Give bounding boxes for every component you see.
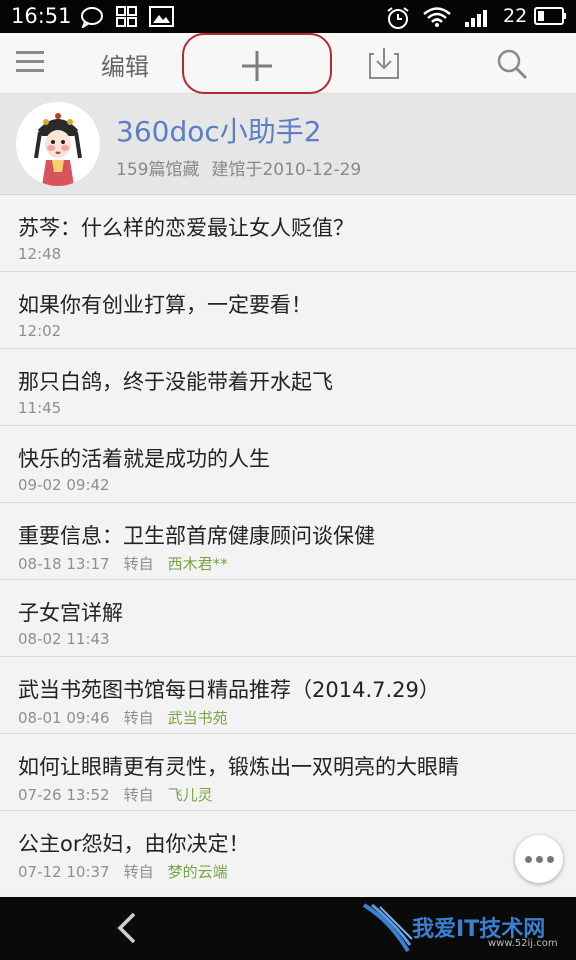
article-meta: 08-01 09:46 转自 武当书苑 — [18, 707, 228, 728]
more-button[interactable] — [515, 835, 563, 883]
profile-header[interactable]: 360doc小助手2 159篇馆藏 建馆于2010-12-29 — [0, 94, 576, 195]
menu-icon[interactable] — [16, 51, 44, 75]
battery-icon — [534, 7, 566, 25]
list-item[interactable]: 那只白鸽，终于没能带着开水起飞 11:45 — [0, 349, 576, 426]
signal-icon — [465, 10, 487, 27]
avatar[interactable] — [16, 102, 100, 186]
article-title: 苏芩：什么样的恋爱最让女人贬值？ — [18, 216, 354, 240]
reposted-from-label: 转自 — [123, 786, 154, 804]
article-time: 12:48 — [18, 245, 62, 263]
article-time: 11:45 — [18, 399, 62, 417]
article-meta: 07-26 13:52 转自 飞儿灵 — [18, 784, 213, 805]
reposted-from-label: 转自 — [123, 555, 154, 573]
status-time: 16:51 — [11, 4, 72, 28]
download-icon[interactable] — [368, 46, 400, 80]
profile-meta: 159篇馆藏 建馆于2010-12-29 — [116, 155, 373, 180]
article-time: 08-01 09:46 — [18, 709, 110, 727]
article-time: 08-02 11:43 — [18, 630, 110, 648]
status-bar: 16:51 22 — [0, 0, 576, 33]
watermark: 我爱IT技术网 www.52ij.com — [360, 901, 575, 957]
list-item[interactable]: 如何让眼睛更有灵性，锻炼出一双明亮的大眼睛 07-26 13:52 转自 飞儿灵 — [0, 734, 576, 811]
more-dot — [525, 856, 532, 863]
article-time: 07-12 10:37 — [18, 863, 110, 881]
toolbar: 编辑 — [0, 33, 576, 94]
list-item[interactable]: 子女宫详解 08-02 11:43 — [0, 580, 576, 657]
article-time: 12:02 — [18, 322, 62, 340]
article-title: 如何让眼睛更有灵性，锻炼出一双明亮的大眼睛 — [18, 755, 459, 779]
article-time: 09-02 09:42 — [18, 476, 110, 494]
list-item[interactable]: 快乐的活着就是成功的人生 09-02 09:42 — [0, 426, 576, 503]
opera-character-avatar — [16, 102, 100, 186]
chat-bubble-icon — [81, 7, 103, 28]
image-icon — [149, 6, 174, 27]
reposted-from-label: 转自 — [123, 863, 154, 881]
search-icon[interactable] — [496, 48, 528, 80]
article-list: 苏芩：什么样的恋爱最让女人贬值？ 12:48 如果你有创业打算，一定要看！ 12… — [0, 195, 576, 887]
article-meta: 12:02 — [18, 322, 61, 340]
collection-count: 159篇馆藏 — [116, 160, 200, 180]
list-item[interactable]: 苏芩：什么样的恋爱最让女人贬值？ 12:48 — [0, 195, 576, 272]
article-title: 那只白鸽，终于没能带着开水起飞 — [18, 370, 333, 394]
article-meta: 12:48 — [18, 245, 61, 263]
article-source[interactable]: 飞儿灵 — [168, 786, 213, 804]
article-time: 08-18 13:17 — [18, 555, 110, 573]
edit-button[interactable]: 编辑 — [101, 47, 149, 82]
list-item[interactable]: 重要信息：卫生部首席健康顾问谈保健 08-18 13:17 转自 西木君** — [0, 503, 576, 580]
add-button[interactable] — [182, 33, 332, 94]
list-item[interactable]: 公主or怨妇，由你决定！ 07-12 10:37 转自 梦的云端 — [0, 811, 576, 887]
battery-level: 22 — [503, 5, 528, 27]
article-title: 快乐的活着就是成功的人生 — [18, 447, 270, 471]
article-title: 重要信息：卫生部首席健康顾问谈保健 — [18, 524, 375, 548]
wing-logo-icon — [362, 903, 413, 953]
list-item[interactable]: 如果你有创业打算，一定要看！ 12:02 — [0, 272, 576, 349]
article-meta: 07-12 10:37 转自 梦的云端 — [18, 861, 228, 882]
article-meta: 09-02 09:42 — [18, 476, 110, 494]
navigation-bar: 我爱IT技术网 www.52ij.com — [0, 897, 576, 960]
article-time: 07-26 13:52 — [18, 786, 110, 804]
add-icon — [242, 51, 272, 81]
more-dot — [536, 856, 543, 863]
article-source[interactable]: 武当书苑 — [168, 709, 228, 727]
article-title: 武当书苑图书馆每日精品推荐（2014.7.29） — [18, 678, 440, 702]
more-dot — [547, 856, 554, 863]
article-title: 如果你有创业打算，一定要看！ — [18, 293, 312, 317]
article-source[interactable]: 西木君** — [168, 555, 228, 573]
article-title: 子女宫详解 — [18, 601, 123, 625]
article-meta: 11:45 — [18, 399, 61, 417]
created-date: 建馆于2010-12-29 — [211, 160, 362, 180]
watermark-url: www.52ij.com — [488, 938, 558, 949]
article-source[interactable]: 梦的云端 — [168, 863, 228, 881]
grid-icon — [116, 6, 137, 27]
wifi-icon — [423, 7, 451, 27]
alarm-icon — [387, 7, 409, 29]
article-meta: 08-02 11:43 — [18, 630, 110, 648]
profile-name[interactable]: 360doc小助手2 — [116, 110, 322, 150]
list-item[interactable]: 武当书苑图书馆每日精品推荐（2014.7.29） 08-01 09:46 转自 武当… — [0, 657, 576, 734]
back-icon[interactable] — [112, 911, 142, 945]
article-title: 公主or怨妇，由你决定！ — [18, 832, 250, 856]
article-meta: 08-18 13:17 转自 西木君** — [18, 553, 228, 574]
reposted-from-label: 转自 — [123, 709, 154, 727]
